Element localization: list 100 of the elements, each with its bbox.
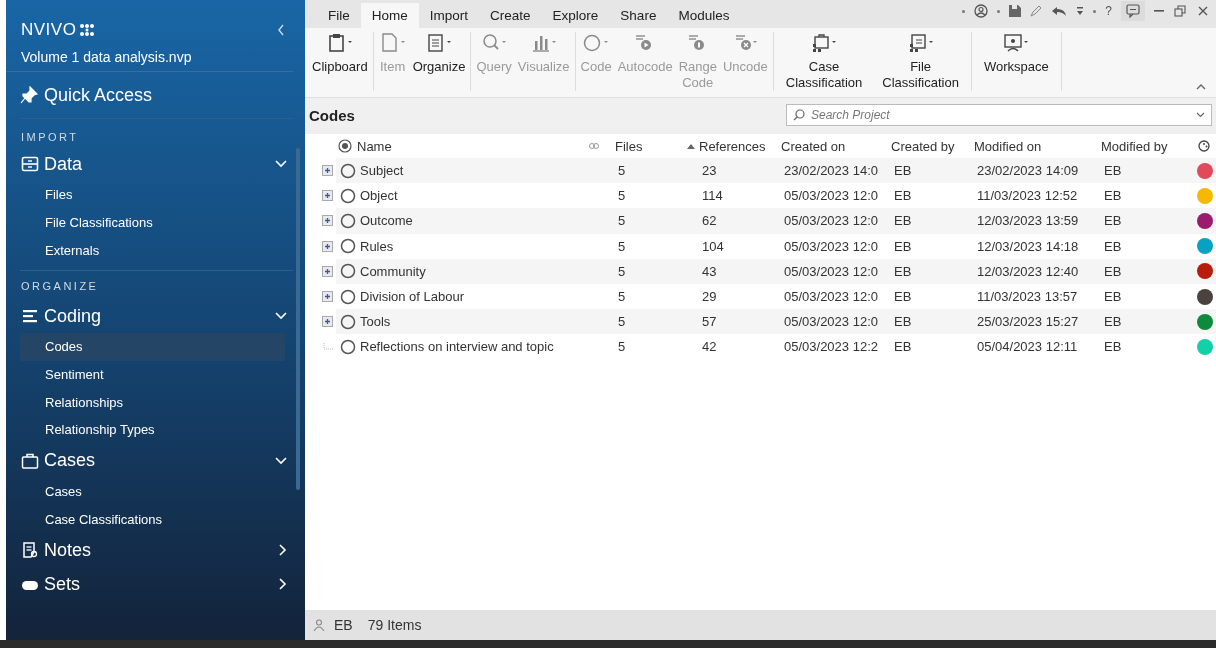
table-cell: EB <box>894 289 912 305</box>
table-row[interactable]: Subject 5 23 23/02/2023 14:0 EB 23/02/2023 14:09 EB <box>336 158 1216 184</box>
expand-icon[interactable] <box>322 291 333 303</box>
nav-item[interactable]: Relationships <box>6 388 305 417</box>
table-cell: 11/03/2023 13:57 <box>977 289 1078 305</box>
nav-group[interactable]: Sets <box>6 567 305 602</box>
briefcase-icon <box>21 451 39 470</box>
table-row[interactable]: Community 5 43 05/03/2023 12:0 EB 12/03/2023 12:40 EB <box>336 258 1216 284</box>
table-cell: 05/03/2023 12:2 <box>784 339 878 355</box>
table-cell: EB <box>1104 263 1122 279</box>
column-header[interactable]: Modified by <box>1101 138 1191 154</box>
search-field[interactable]: Search Project <box>786 104 1212 126</box>
ribbon-tab[interactable]: Explore <box>541 3 610 28</box>
table-cell-text: 42 <box>701 339 717 355</box>
chevron-down-icon <box>275 456 287 465</box>
table-cell: 05/04/2023 12:11 <box>977 339 1078 355</box>
circle-icon <box>582 32 611 54</box>
table-row[interactable]: Outcome 5 62 05/03/2023 12:0 EB 12/03/2023 13:59 EB <box>336 208 1216 234</box>
nav-item[interactable]: Files <box>6 181 297 209</box>
table-cell: 05/03/2023 12:0 <box>784 263 878 279</box>
ribbon-button[interactable]: File Classification <box>872 32 969 91</box>
nav-item[interactable]: Relationship Types <box>6 416 305 444</box>
scrollbar[interactable] <box>296 148 300 490</box>
table-cell: 5 <box>618 314 626 330</box>
code-circle-icon <box>340 338 356 355</box>
close-icon <box>1196 4 1210 18</box>
monitor-icon <box>1002 32 1031 54</box>
dropdown-caret-icon <box>1196 112 1205 118</box>
ribbon-tab[interactable]: File <box>317 3 361 28</box>
list-icon <box>425 32 454 54</box>
table-cell: EB <box>1104 314 1122 330</box>
dropdown-icon <box>1076 5 1085 17</box>
table-cell: 05/03/2023 12:0 <box>784 213 878 229</box>
briefcase-grid-icon <box>810 32 839 54</box>
column-header[interactable]: Name <box>357 138 589 154</box>
table-cell: EB <box>894 188 912 204</box>
table-cell-text: 57 <box>701 314 717 330</box>
comment-button[interactable] <box>1121 1 1145 21</box>
expand-icon[interactable] <box>322 215 333 227</box>
expand-icon[interactable] <box>322 190 333 202</box>
column-header[interactable]: Created on <box>781 138 891 154</box>
code-name: Reflections on interview and topic <box>360 339 554 355</box>
nav-group[interactable]: Notes <box>6 533 305 568</box>
ribbon-tab[interactable]: Import <box>418 3 480 28</box>
code-circle-icon <box>340 162 356 179</box>
chevron-right-icon <box>279 578 287 591</box>
section-heading: IMPORT <box>20 130 80 145</box>
table-row[interactable]: Reflections on interview and topic 5 42 05/03/2023 12:2 EB 05/04/2023 12:11 EB <box>336 334 1216 360</box>
view-title: Codes <box>309 106 355 124</box>
column-header[interactable]: References <box>687 138 781 154</box>
notebook-icon <box>21 541 39 560</box>
dots-logo-icon <box>79 23 96 37</box>
app-logo: NVIVO <box>21 20 77 40</box>
table-cell-text: 43 <box>701 263 717 279</box>
nav-group[interactable]: Data <box>6 147 305 181</box>
expand-icon[interactable] <box>322 165 333 177</box>
ribbon-button[interactable]: Organize <box>409 32 469 91</box>
column-header[interactable]: Files <box>615 138 687 154</box>
table-row[interactable]: Object 5 114 05/03/2023 12:0 EB 11/03/2023 12:52 EB <box>336 183 1216 209</box>
expand-icon[interactable] <box>322 240 333 252</box>
expand-icon[interactable] <box>322 265 333 277</box>
code-name: Rules <box>360 238 394 254</box>
nav-item[interactable]: Cases <box>6 477 305 506</box>
ribbon-tab[interactable]: Share <box>609 3 668 28</box>
collapse-chevron-icon <box>277 24 285 36</box>
table-cell-text: 23 <box>701 163 717 179</box>
table-cell: 05/03/2023 12:0 <box>784 188 878 204</box>
expand-icon[interactable] <box>322 316 333 328</box>
ribbon-button[interactable]: Clipboard <box>309 32 371 91</box>
table-row[interactable]: Division of Labour 5 29 05/03/2023 12:0 EB 11/03/2023 13:57 EB <box>336 283 1216 310</box>
nav-item[interactable]: Case Classifications <box>6 505 305 534</box>
table-cell: EB <box>894 163 912 179</box>
nav-group[interactable]: Coding <box>6 299 305 334</box>
nav-item[interactable]: Externals <box>6 236 297 265</box>
column-header[interactable]: Modified on <box>974 138 1101 154</box>
table-row[interactable]: Rules 5 104 05/03/2023 12:0 EB 12/03/2023 14:18 EB <box>336 233 1216 259</box>
table-row[interactable]: Tools 5 57 05/03/2023 12:0 EB 25/03/2023 15:27 EB <box>336 309 1216 335</box>
restore-icon <box>1173 4 1187 18</box>
add-code-icon <box>338 139 352 153</box>
table-cell: 05/03/2023 12:0 <box>784 314 878 330</box>
ribbon-button[interactable]: Case Classification <box>775 32 873 91</box>
help-button[interactable]: ? <box>1105 4 1112 18</box>
nav-item[interactable]: Sentiment <box>6 360 305 389</box>
table-cell: 11/03/2023 12:52 <box>977 188 1078 204</box>
nav-group[interactable]: Cases <box>6 443 305 478</box>
code-name: Division of Labour <box>360 289 465 305</box>
quick-access-link[interactable]: Quick Access <box>44 84 153 106</box>
column-header[interactable]: Created by <box>891 138 974 154</box>
ribbon-tab[interactable]: Home <box>360 3 419 28</box>
item-count: 79 Items <box>367 617 422 633</box>
code-circle-icon <box>340 238 356 255</box>
ribbon-button[interactable]: Workspace <box>973 32 1059 91</box>
code-name: Tools <box>360 314 391 330</box>
table-cell: EB <box>894 263 912 279</box>
minimize-icon <box>1154 10 1164 12</box>
table-cell: EB <box>894 339 912 355</box>
nav-item[interactable]: Codes <box>20 333 285 361</box>
ribbon-tab[interactable]: Modules <box>667 3 741 28</box>
nav-item[interactable]: File Classifications <box>6 208 297 237</box>
ribbon-tab[interactable]: Create <box>479 3 542 28</box>
